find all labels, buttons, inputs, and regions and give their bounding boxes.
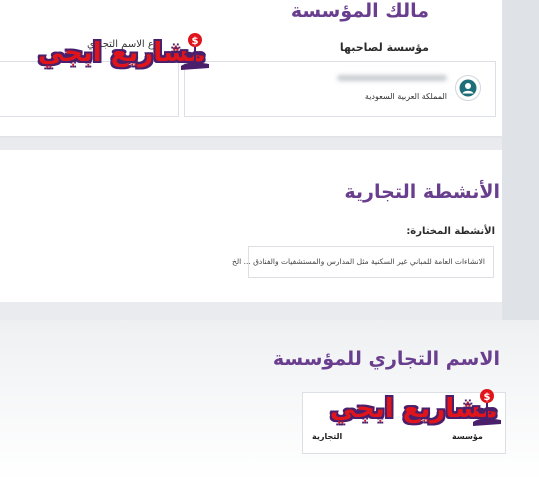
user-avatar-icon: [455, 75, 481, 101]
owner-section-title: مالك المؤسسة: [290, 0, 429, 22]
owner-country: المملكة العربية السعودية: [364, 92, 447, 101]
selected-activity-text: الانشاءات العامة للمباني غير السكنية مثل…: [231, 257, 485, 266]
money-plant-hand-icon: $: [470, 388, 504, 432]
selected-activities-box[interactable]: الانشاءات العامة للمباني غير السكنية مثل…: [232, 246, 494, 278]
trade-name-section-title: الاسم التجاري للمؤسسة: [272, 348, 500, 370]
owner-name-blurred: [337, 75, 447, 81]
svg-text:$: $: [484, 392, 491, 403]
svg-text:$: $: [192, 36, 199, 47]
selected-activities-label: الأنشطة المختارة:: [406, 226, 495, 237]
activities-section-title: الأنشطة التجارية: [344, 181, 500, 203]
watermark-logo: مشاريع ابجي $: [330, 388, 505, 438]
money-plant-hand-icon: $: [178, 32, 212, 76]
right-scroll-strip: [502, 0, 539, 320]
watermark-logo: مشاريع ابجي $: [38, 32, 213, 82]
owner-info-box[interactable]: المملكة العربية السعودية: [184, 61, 496, 117]
owner-type-label: مؤسسة لصاحبها: [339, 41, 429, 54]
